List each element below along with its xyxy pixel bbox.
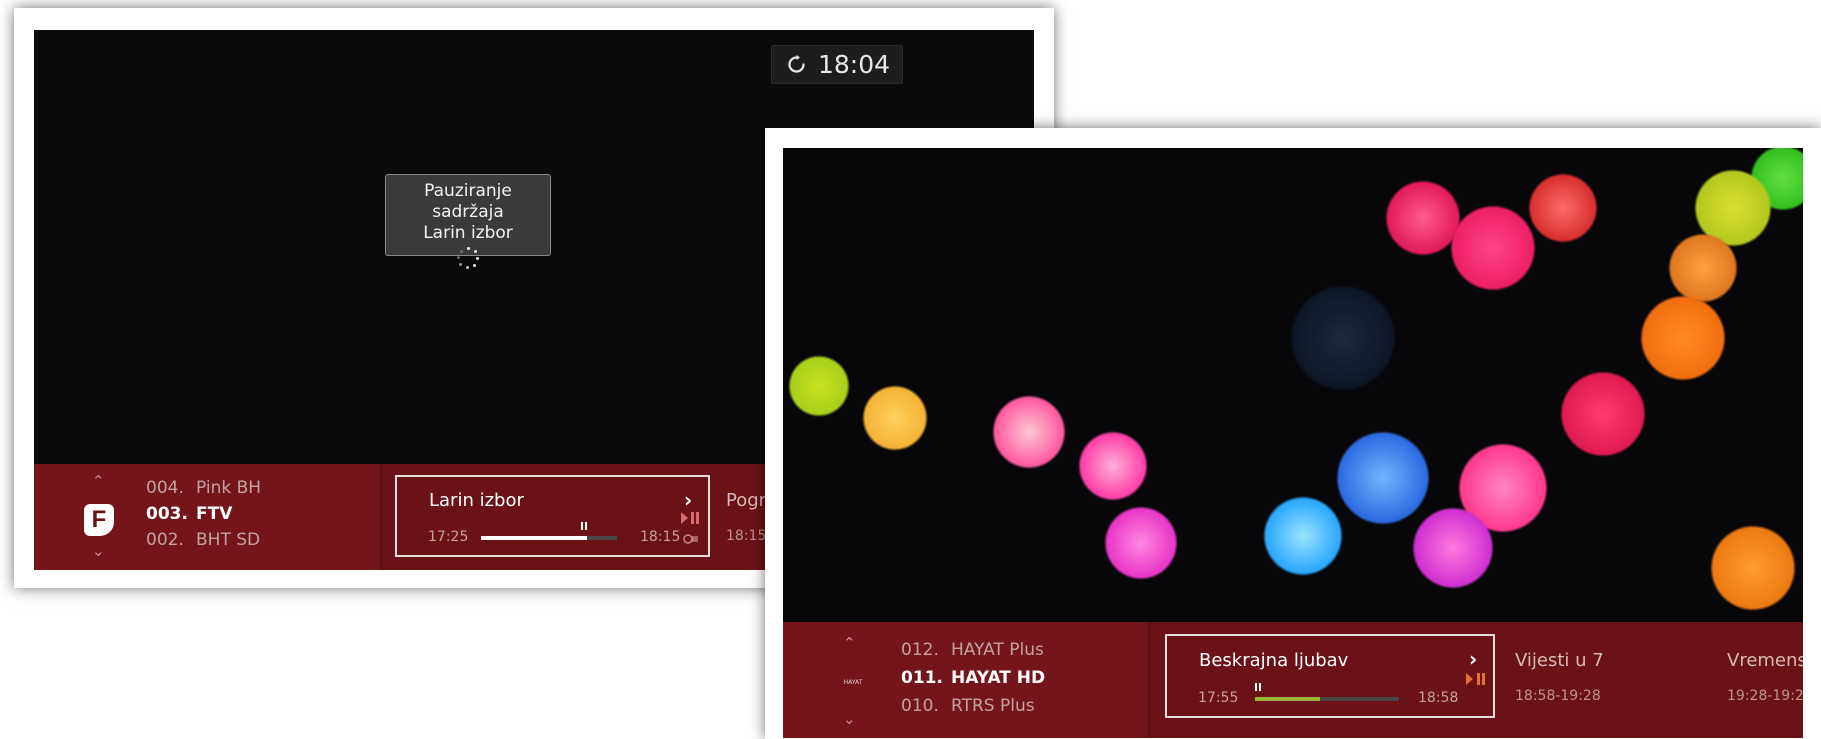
- pause-popup-program: Larin izbor: [423, 223, 513, 243]
- channel-item-current[interactable]: 003. FTV: [146, 504, 376, 526]
- channel-item[interactable]: 002. BHT SD: [146, 530, 376, 552]
- channel-number: 011.: [901, 668, 943, 688]
- program-end-time: 18:58: [1418, 690, 1459, 706]
- progress-fill: [481, 536, 587, 540]
- program-start-time: 17:55: [1198, 690, 1239, 706]
- refresh-icon: [788, 54, 805, 73]
- pause-popup-title: Pauziranje sadržaja: [424, 181, 512, 222]
- channel-item[interactable]: 004. Pink BH: [146, 478, 376, 500]
- pause-position-marker: [581, 522, 583, 530]
- play-pause-icon[interactable]: [1465, 672, 1487, 686]
- channel-item[interactable]: 010. RTRS Plus: [901, 696, 1141, 718]
- progress-fill: [1255, 697, 1320, 701]
- right-tv-screen: ⌃ ⌄ HAYAT 012. HAYAT Plus 011. HAYAT HD …: [783, 148, 1803, 738]
- play-pause-icon[interactable]: [680, 511, 700, 525]
- channel-name: HAYAT Plus: [951, 640, 1044, 660]
- channel-list: ⌃ ⌄ HAYAT 012. HAYAT Plus 011. HAYAT HD …: [783, 622, 1148, 738]
- next-program-title[interactable]: Pogr: [726, 490, 766, 511]
- clock-time: 18:04: [818, 50, 891, 79]
- pause-position-marker: [1259, 683, 1261, 691]
- pause-popup: Pauziranje sadržaja Larin izbor: [385, 174, 551, 269]
- channel-number: 010.: [901, 696, 939, 716]
- channel-up-arrow[interactable]: ⌃: [843, 634, 856, 652]
- clock-widget: 18:04: [771, 45, 903, 84]
- channel-name: RTRS Plus: [951, 696, 1035, 716]
- channel-number: 004.: [146, 478, 184, 498]
- next-program-title[interactable]: Vijesti u 7: [1515, 650, 1604, 671]
- chevron-right-icon[interactable]: ›: [684, 488, 692, 512]
- channel-item-current[interactable]: 011. HAYAT HD: [901, 668, 1141, 690]
- channel-number: 003.: [146, 504, 188, 524]
- program-progress-bar[interactable]: [481, 522, 617, 540]
- program-start-time: 17:25: [428, 529, 469, 545]
- next-program-time: 19:28-19:29: [1727, 688, 1803, 704]
- divider: [380, 464, 382, 570]
- next-program-title[interactable]: Vremens: [1727, 650, 1803, 671]
- current-program-box[interactable]: Larin izbor › 17:25 18:15: [395, 475, 710, 557]
- current-program-box[interactable]: Beskrajna ljubav › 17:55 18:58: [1165, 634, 1495, 718]
- channel-logo: F: [84, 504, 114, 536]
- channel-name: Pink BH: [196, 478, 262, 498]
- pause-position-marker: [1255, 683, 1257, 691]
- right-screenshot-frame: ⌃ ⌄ HAYAT 012. HAYAT Plus 011. HAYAT HD …: [765, 128, 1821, 739]
- loading-spinner-icon: [457, 247, 479, 269]
- chevron-right-icon[interactable]: ›: [1469, 647, 1477, 671]
- program-title: Larin izbor: [429, 490, 524, 511]
- channel-info-bar: ⌃ ⌄ HAYAT 012. HAYAT Plus 011. HAYAT HD …: [783, 622, 1803, 738]
- channel-down-arrow[interactable]: ⌄: [92, 542, 105, 560]
- divider: [1148, 622, 1150, 738]
- channel-up-arrow[interactable]: ⌃: [92, 472, 105, 490]
- channel-item[interactable]: 012. HAYAT Plus: [901, 640, 1141, 662]
- restart-icon[interactable]: [683, 533, 699, 545]
- program-title: Beskrajna ljubav: [1199, 650, 1349, 671]
- pause-position-marker: [585, 522, 587, 530]
- channel-logo: HAYAT: [843, 679, 863, 686]
- channel-number: 012.: [901, 640, 939, 660]
- channel-number: 002.: [146, 530, 184, 550]
- next-program-time: 18:58-19:28: [1515, 688, 1601, 704]
- channel-name: BHT SD: [196, 530, 261, 550]
- channel-name: FTV: [196, 504, 233, 524]
- channel-list: ⌃ ⌄ F 004. Pink BH 003. FTV 002. BHT SD: [34, 464, 380, 570]
- program-end-time: 18:15: [640, 529, 681, 545]
- channel-down-arrow[interactable]: ⌄: [843, 710, 856, 728]
- channel-name: HAYAT HD: [951, 668, 1046, 688]
- program-progress-bar[interactable]: [1255, 683, 1399, 701]
